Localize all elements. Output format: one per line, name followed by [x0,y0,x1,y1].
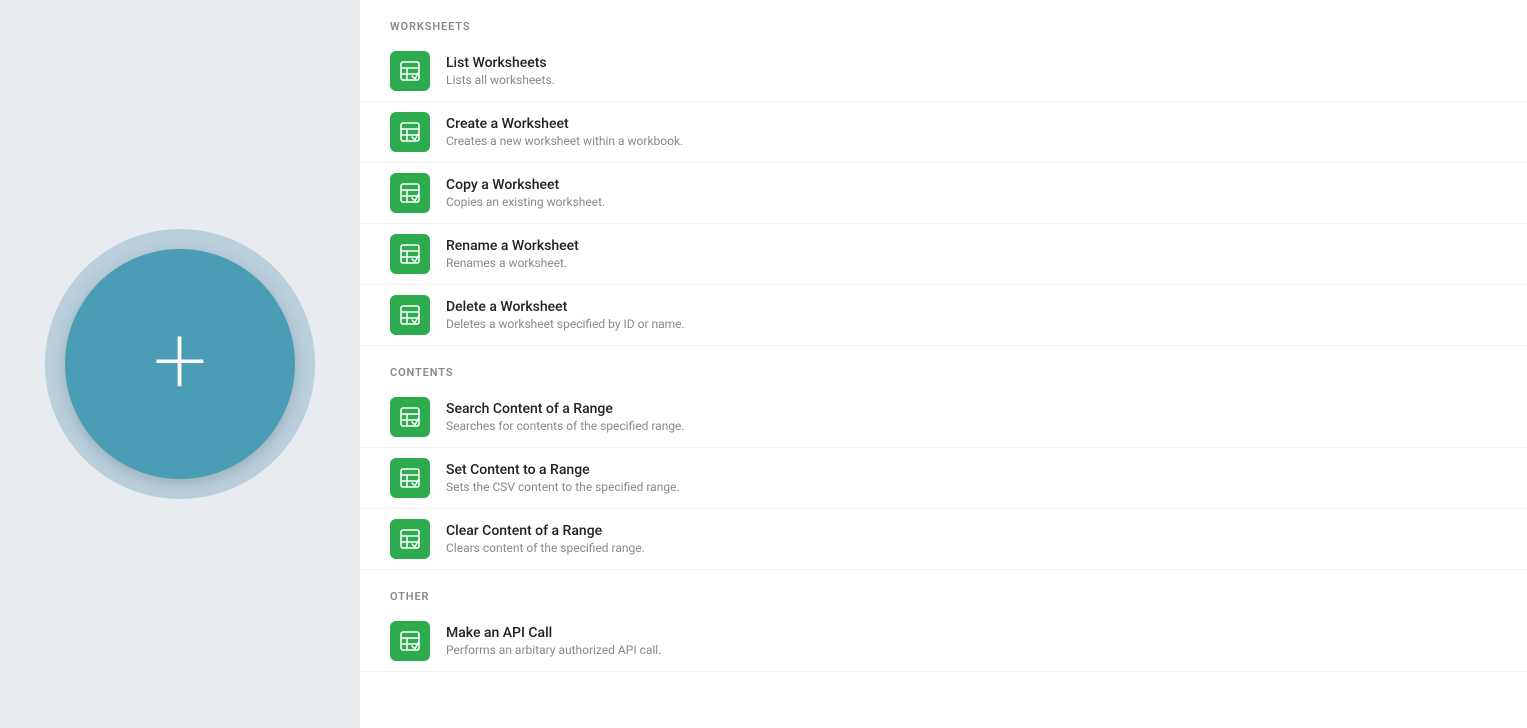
api-call-desc: Performs an arbitary authorized API call… [446,643,661,657]
set-content-text: Set Content to a Range Sets the CSV conte… [446,462,680,494]
section-header-contents: CONTENTS [360,346,1527,387]
list-worksheets-text: List Worksheets Lists all worksheets. [446,55,555,87]
set-content-title: Set Content to a Range [446,462,680,478]
clear-content-icon [390,519,430,559]
api-call-text: Make an API Call Performs an arbitary aut… [446,625,661,657]
menu-item-list-worksheets[interactable]: List Worksheets Lists all worksheets. [360,41,1527,102]
create-worksheet-icon [390,112,430,152]
left-panel: + [0,0,360,728]
delete-worksheet-title: Delete a Worksheet [446,299,685,315]
delete-worksheet-text: Delete a Worksheet Deletes a worksheet sp… [446,299,685,331]
list-worksheets-title: List Worksheets [446,55,555,71]
menu-item-set-content[interactable]: Set Content to a Range Sets the CSV conte… [360,448,1527,509]
api-call-icon [390,621,430,661]
copy-worksheet-title: Copy a Worksheet [446,177,605,193]
clear-content-title: Clear Content of a Range [446,523,645,539]
delete-worksheet-desc: Deletes a worksheet specified by ID or n… [446,317,685,331]
menu-item-api-call[interactable]: Make an API Call Performs an arbitary aut… [360,611,1527,672]
menu-item-create-worksheet[interactable]: Create a Worksheet Creates a new workshee… [360,102,1527,163]
rename-worksheet-icon [390,234,430,274]
menu-item-rename-worksheet[interactable]: Rename a Worksheet Renames a worksheet. [360,224,1527,285]
menu-item-copy-worksheet[interactable]: Copy a Worksheet Copies an existing works… [360,163,1527,224]
plus-button-outer: + [45,229,315,499]
add-button[interactable]: + [65,249,295,479]
list-worksheets-icon [390,51,430,91]
menu-item-clear-content[interactable]: Clear Content of a Range Clears content o… [360,509,1527,570]
search-content-title: Search Content of a Range [446,401,685,417]
create-worksheet-text: Create a Worksheet Creates a new workshee… [446,116,683,148]
clear-content-desc: Clears content of the specified range. [446,541,645,555]
copy-worksheet-icon [390,173,430,213]
rename-worksheet-text: Rename a Worksheet Renames a worksheet. [446,238,579,270]
search-content-text: Search Content of a Range Searches for co… [446,401,685,433]
copy-worksheet-text: Copy a Worksheet Copies an existing works… [446,177,605,209]
section-header-other: OTHER [360,570,1527,611]
set-content-desc: Sets the CSV content to the specified ra… [446,480,680,494]
plus-icon: + [153,313,207,409]
rename-worksheet-desc: Renames a worksheet. [446,256,579,270]
set-content-icon [390,458,430,498]
rename-worksheet-title: Rename a Worksheet [446,238,579,254]
copy-worksheet-desc: Copies an existing worksheet. [446,195,605,209]
section-header-worksheets: WORKSHEETS [360,0,1527,41]
right-panel: WORKSHEETS List Worksheets Lists all work… [360,0,1527,728]
list-worksheets-desc: Lists all worksheets. [446,73,555,87]
menu-item-delete-worksheet[interactable]: Delete a Worksheet Deletes a worksheet sp… [360,285,1527,346]
search-content-desc: Searches for contents of the specified r… [446,419,685,433]
search-content-icon [390,397,430,437]
create-worksheet-title: Create a Worksheet [446,116,683,132]
delete-worksheet-icon [390,295,430,335]
menu-item-search-content[interactable]: Search Content of a Range Searches for co… [360,387,1527,448]
api-call-title: Make an API Call [446,625,661,641]
create-worksheet-desc: Creates a new worksheet within a workboo… [446,134,683,148]
clear-content-text: Clear Content of a Range Clears content o… [446,523,645,555]
